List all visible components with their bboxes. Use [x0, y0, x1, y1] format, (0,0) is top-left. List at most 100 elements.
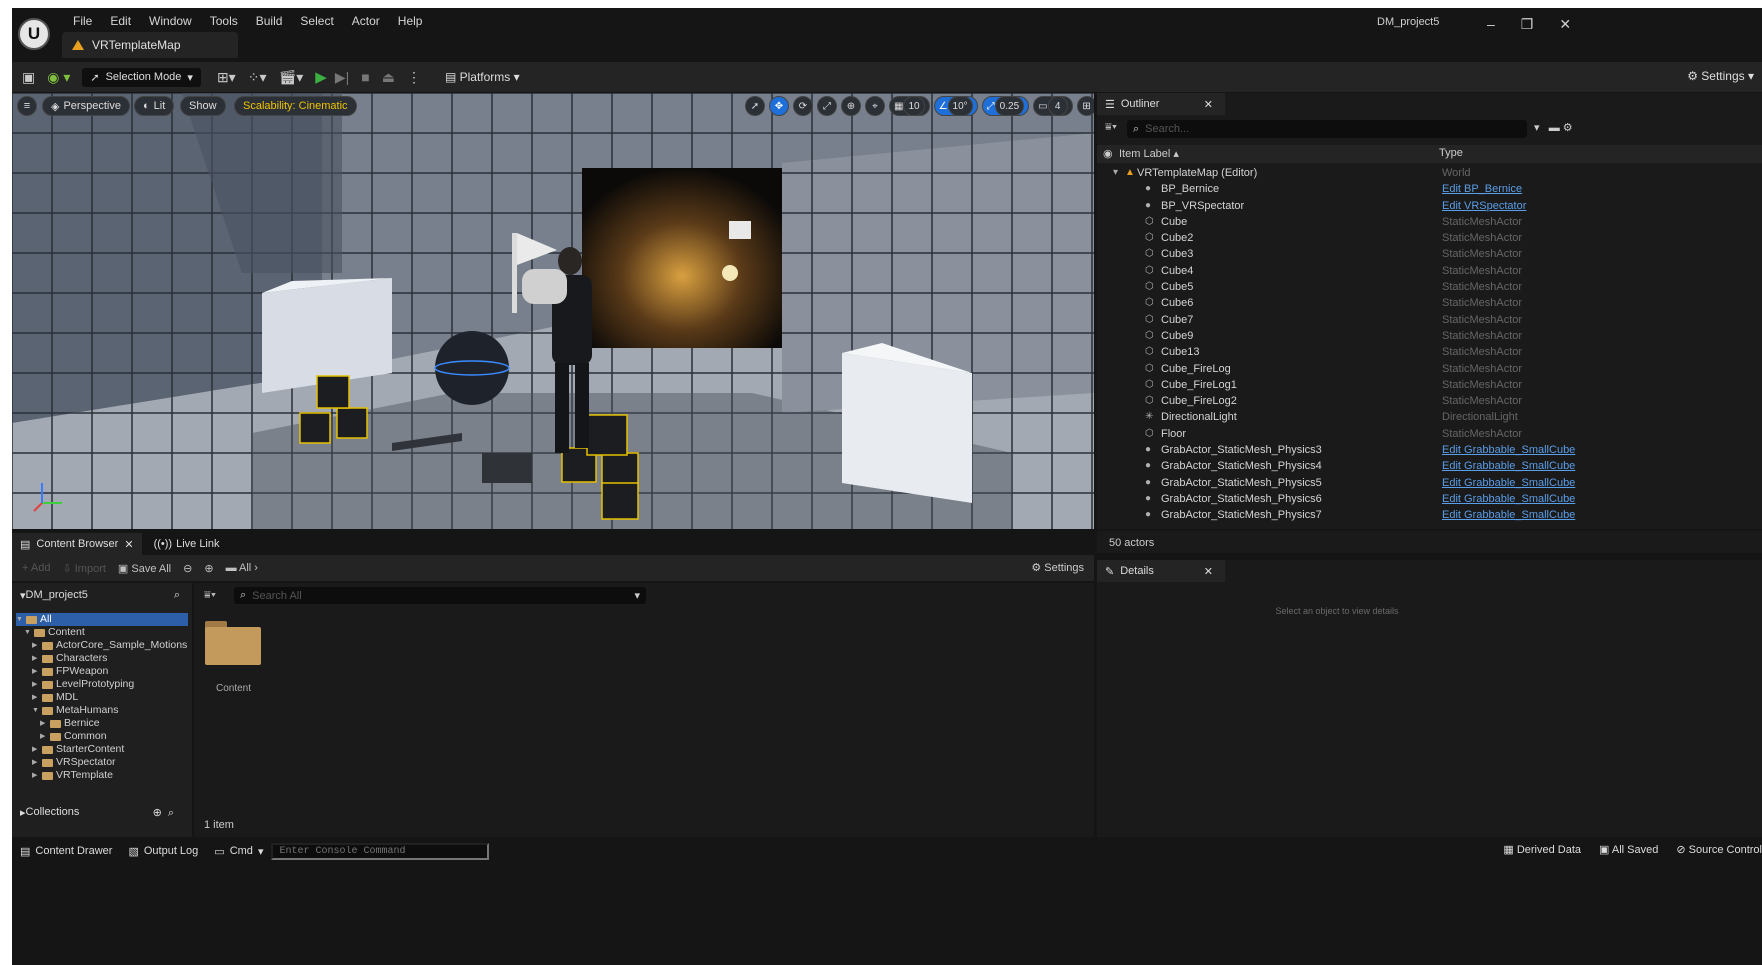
outliner-row[interactable]: ⬡ Cube9 StaticMeshActor: [1097, 328, 1762, 344]
edit-blueprint-link[interactable]: Edit Grabbable_SmallCube: [1442, 475, 1575, 491]
map-tab[interactable]: VRTemplateMap: [62, 32, 238, 58]
edit-blueprint-link[interactable]: Edit Grabbable_SmallCube: [1442, 442, 1575, 458]
menu-tools[interactable]: Tools: [201, 12, 247, 30]
chevron-right-icon[interactable]: ▶: [32, 769, 39, 782]
edit-blueprint-link[interactable]: Edit Grabbable_SmallCube: [1442, 507, 1575, 523]
filter-icon[interactable]: ⩸▾: [1105, 121, 1117, 134]
chevron-right-icon[interactable]: ▶: [40, 717, 47, 730]
folder-tree-item[interactable]: ▼ All: [16, 613, 188, 626]
outliner-row[interactable]: ⬡ Cube6 StaticMeshActor: [1097, 295, 1762, 311]
outliner-row[interactable]: ⬡ Cube7 StaticMeshActor: [1097, 312, 1762, 328]
outliner-row[interactable]: ● GrabActor_StaticMesh_Physics4 Edit Grabb…: [1097, 458, 1762, 474]
chevron-right-icon[interactable]: ▶: [32, 691, 39, 704]
outliner-row-world[interactable]: ▾ ▲ VRTemplateMap (Editor) World: [1097, 165, 1762, 181]
outliner-row[interactable]: ● BP_Bernice Edit BP_Bernice: [1097, 181, 1762, 197]
scalability-button[interactable]: Scalability: Cinematic: [234, 96, 357, 116]
source-control-button[interactable]: ⊘ Source Control: [1676, 843, 1762, 856]
edit-blueprint-link[interactable]: Edit BP_Bernice: [1442, 181, 1522, 197]
folder-tree-item[interactable]: ▼ MetaHumans: [16, 704, 188, 717]
add-search-icons[interactable]: ⊕⌕: [153, 806, 180, 820]
scale-tool-icon[interactable]: ⤢: [817, 96, 837, 116]
perspective-button[interactable]: ◈ Perspective: [42, 96, 130, 116]
lit-button[interactable]: ◐ Lit: [134, 96, 175, 116]
world-local-icon[interactable]: ⊕: [841, 96, 861, 116]
folder-tree-item[interactable]: ▶ Bernice: [16, 717, 188, 730]
expand-arrow-icon[interactable]: ▾: [1113, 165, 1118, 181]
outliner-row[interactable]: ⬡ Cube_FireLog StaticMeshActor: [1097, 361, 1762, 377]
outliner-tab[interactable]: ☰ Outliner ✕: [1097, 93, 1225, 115]
folder-tree-item[interactable]: ▼ Content: [16, 626, 188, 639]
save-icon[interactable]: ▣: [22, 69, 35, 86]
viewport-menu-icon[interactable]: ≡: [17, 96, 37, 116]
outliner-row[interactable]: ● GrabActor_StaticMesh_Physics5 Edit Grabb…: [1097, 475, 1762, 491]
minimize-button[interactable]: –: [1487, 16, 1495, 33]
outliner-row[interactable]: ● GrabActor_StaticMesh_Physics3 Edit Grabb…: [1097, 442, 1762, 458]
show-button[interactable]: Show: [180, 96, 226, 116]
import-button[interactable]: ⇩ Import: [62, 562, 105, 575]
maximize-button[interactable]: ❐: [1521, 16, 1534, 33]
chevron-right-icon[interactable]: ▶: [32, 639, 39, 652]
outliner-row[interactable]: ⬡ Cube5 StaticMeshActor: [1097, 279, 1762, 295]
outliner-row[interactable]: ⬡ Cube3 StaticMeshActor: [1097, 246, 1762, 262]
content-drawer-button[interactable]: ▤ Content Drawer: [12, 845, 120, 858]
outliner-row[interactable]: ⬡ Cube StaticMeshActor: [1097, 214, 1762, 230]
outliner-row[interactable]: ● BP_VRSpectator Edit VRSpectator: [1097, 198, 1762, 214]
details-tab[interactable]: ✎ Details ✕: [1097, 560, 1225, 582]
type-column[interactable]: Type: [1439, 147, 1463, 159]
cmd-dropdown[interactable]: ▭ Cmd ▾: [206, 845, 271, 858]
menu-edit[interactable]: Edit: [101, 12, 140, 30]
select-tool-icon[interactable]: ➚: [745, 96, 765, 116]
camera-speed-button[interactable]: ▭ 4: [1033, 96, 1073, 116]
menu-select[interactable]: Select: [291, 12, 342, 30]
scale-snap-button[interactable]: ⤢ 0.25: [981, 96, 1030, 116]
folder-tree-item[interactable]: ▶ LevelPrototyping: [16, 678, 188, 691]
menu-help[interactable]: Help: [389, 12, 432, 30]
asset-search-input[interactable]: ⌕ Search All ▾: [234, 587, 646, 604]
chevron-right-icon[interactable]: ▶: [32, 652, 39, 665]
content-browser-tab[interactable]: ▤ Content Browser ✕: [12, 533, 142, 555]
close-button[interactable]: ✕: [1559, 16, 1571, 33]
chevron-right-icon[interactable]: ▶: [32, 743, 39, 756]
filter-icon[interactable]: ⩸▾: [204, 589, 216, 602]
derived-data-button[interactable]: ▦ Derived Data: [1503, 843, 1581, 856]
grid-snap-button[interactable]: ▦ 10: [889, 96, 930, 116]
outliner-search-input[interactable]: ⌕ Search...: [1127, 120, 1527, 138]
content-settings-button[interactable]: ⚙ Settings: [1031, 561, 1084, 574]
selection-mode-dropdown[interactable]: ➚ Selection Mode ▾: [82, 67, 201, 87]
maximize-viewport-icon[interactable]: ⊞: [1076, 96, 1094, 116]
output-log-button[interactable]: ▧ Output Log: [120, 845, 206, 858]
outliner-row[interactable]: ✳ DirectionalLight DirectionalLight: [1097, 409, 1762, 425]
outliner-row[interactable]: ● GrabActor_StaticMesh_Physics7 Edit Grabb…: [1097, 507, 1762, 523]
cinematics-icon[interactable]: 🎬︎▾: [278, 69, 303, 86]
outliner-row[interactable]: ● GrabActor_StaticMesh_Physics6 Edit Grabb…: [1097, 491, 1762, 507]
platforms-button[interactable]: ▤ Platforms ▾: [445, 70, 520, 84]
live-link-tab[interactable]: ((•)) Live Link: [142, 538, 220, 550]
rotation-snap-button[interactable]: ∠ 10°: [933, 96, 978, 116]
chevron-right-icon[interactable]: ▶: [32, 678, 39, 691]
chevron-down-icon[interactable]: ▼: [32, 704, 39, 717]
all-saved-button[interactable]: ▣ All Saved: [1599, 843, 1658, 856]
surface-snap-icon[interactable]: ⌖: [865, 96, 885, 116]
folder-tree-item[interactable]: ▶ FPWeapon: [16, 665, 188, 678]
chevron-down-icon[interactable]: ▼: [24, 626, 31, 639]
menu-build[interactable]: Build: [247, 12, 292, 30]
edit-blueprint-link[interactable]: Edit VRSpectator: [1442, 198, 1526, 214]
translate-tool-icon[interactable]: ✥: [769, 96, 789, 116]
collections-section[interactable]: ▸ Collections ⊕⌕: [20, 806, 180, 820]
add-actor-icon[interactable]: ⊞▾: [217, 69, 236, 86]
menu-window[interactable]: Window: [140, 12, 201, 30]
save-all-button[interactable]: ▣ Save All: [118, 562, 171, 575]
chevron-right-icon[interactable]: ▶: [32, 756, 39, 769]
project-root[interactable]: ▾ DM_project5 ⌕: [20, 589, 180, 602]
outliner-row[interactable]: ⬡ Cube4 StaticMeshActor: [1097, 263, 1762, 279]
folder-tree-item[interactable]: ▶ ActorCore_Sample_Motions: [16, 639, 188, 652]
outliner-row[interactable]: ⬡ Cube_FireLog1 StaticMeshActor: [1097, 377, 1762, 393]
edit-blueprint-link[interactable]: Edit Grabbable_SmallCube: [1442, 491, 1575, 507]
outliner-row[interactable]: ⬡ Cube2 StaticMeshActor: [1097, 230, 1762, 246]
chevron-down-icon[interactable]: ▼: [16, 613, 23, 626]
path-breadcrumb[interactable]: ▬ All ›: [226, 562, 258, 574]
folder-tree-item[interactable]: ▶ MDL: [16, 691, 188, 704]
folder-tree-item[interactable]: ▶ Common: [16, 730, 188, 743]
menu-actor[interactable]: Actor: [343, 12, 389, 30]
folder-tree-item[interactable]: ▶ StarterContent: [16, 743, 188, 756]
